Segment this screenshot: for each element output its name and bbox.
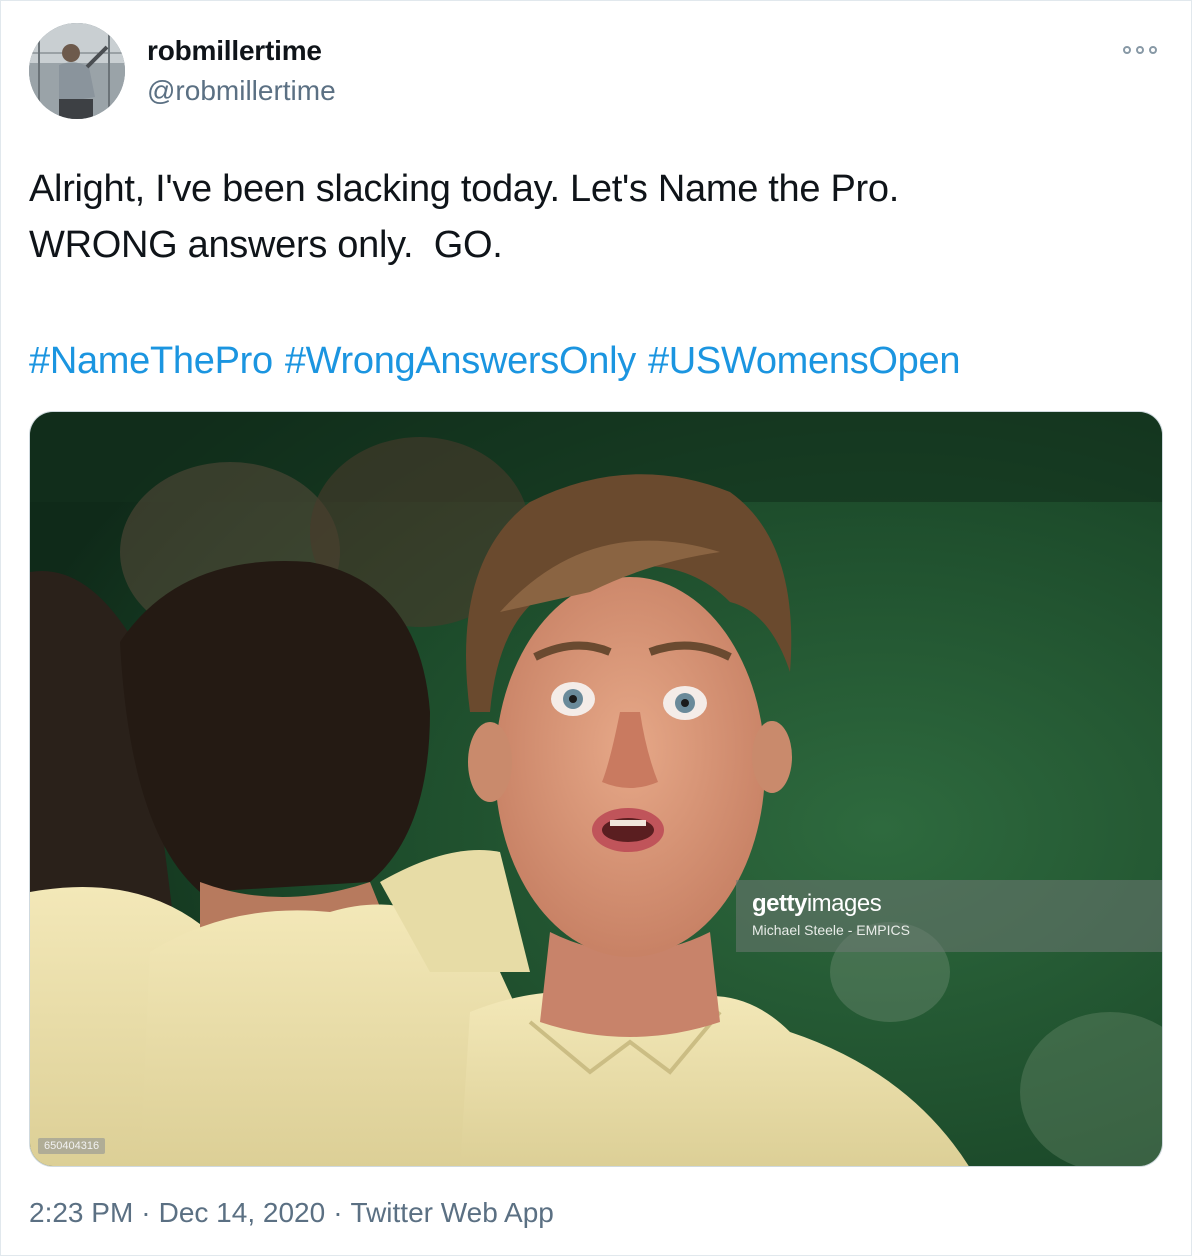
hashtag-link[interactable]: #USWomensOpen <box>648 340 961 382</box>
tweet-card: robmillertime @robmillertime Alright, I'… <box>0 0 1192 1256</box>
avatar[interactable] <box>29 23 125 119</box>
dot-icon <box>1123 46 1131 54</box>
image-id-label: 650404316 <box>38 1138 106 1154</box>
avatar-photo-icon <box>29 23 125 119</box>
tweet-metadata: 2:23 PM · Dec 14, 2020 · Twitter Web App <box>29 1197 554 1229</box>
author-display-name[interactable]: robmillertime <box>147 35 322 67</box>
tweet-time-link[interactable]: 2:23 PM <box>29 1197 133 1228</box>
getty-watermark: gettyimages Michael Steele - EMPICS <box>736 880 1162 952</box>
tweet-text-line: WRONG answers only. GO. <box>29 224 503 266</box>
more-options-icon[interactable] <box>1123 39 1157 61</box>
hashtag-link[interactable]: #WrongAnswersOnly <box>285 340 636 382</box>
author-handle[interactable]: @robmillertime <box>147 75 336 107</box>
photo-credit: Michael Steele - EMPICS <box>752 922 910 938</box>
dot-icon <box>1136 46 1144 54</box>
tweet-text-line: Alright, I've been slacking today. Let's… <box>29 168 899 210</box>
photo-illustration <box>30 412 1162 1166</box>
getty-logo: gettyimages <box>752 890 882 917</box>
separator: · <box>333 1197 343 1228</box>
separator: · <box>141 1197 151 1228</box>
hashtag-list: #NameThePro #WrongAnswersOnly #USWomensOpe… <box>29 335 1179 387</box>
tweet-source-link[interactable]: Twitter Web App <box>351 1197 554 1228</box>
tweet-text: Alright, I've been slacking today. Let's… <box>29 161 1169 273</box>
dot-icon <box>1149 46 1157 54</box>
tweet-photo[interactable]: gettyimages Michael Steele - EMPICS 6504… <box>29 411 1163 1167</box>
tweet-date-link[interactable]: Dec 14, 2020 <box>159 1197 326 1228</box>
hashtag-link[interactable]: #NameThePro <box>29 340 273 382</box>
